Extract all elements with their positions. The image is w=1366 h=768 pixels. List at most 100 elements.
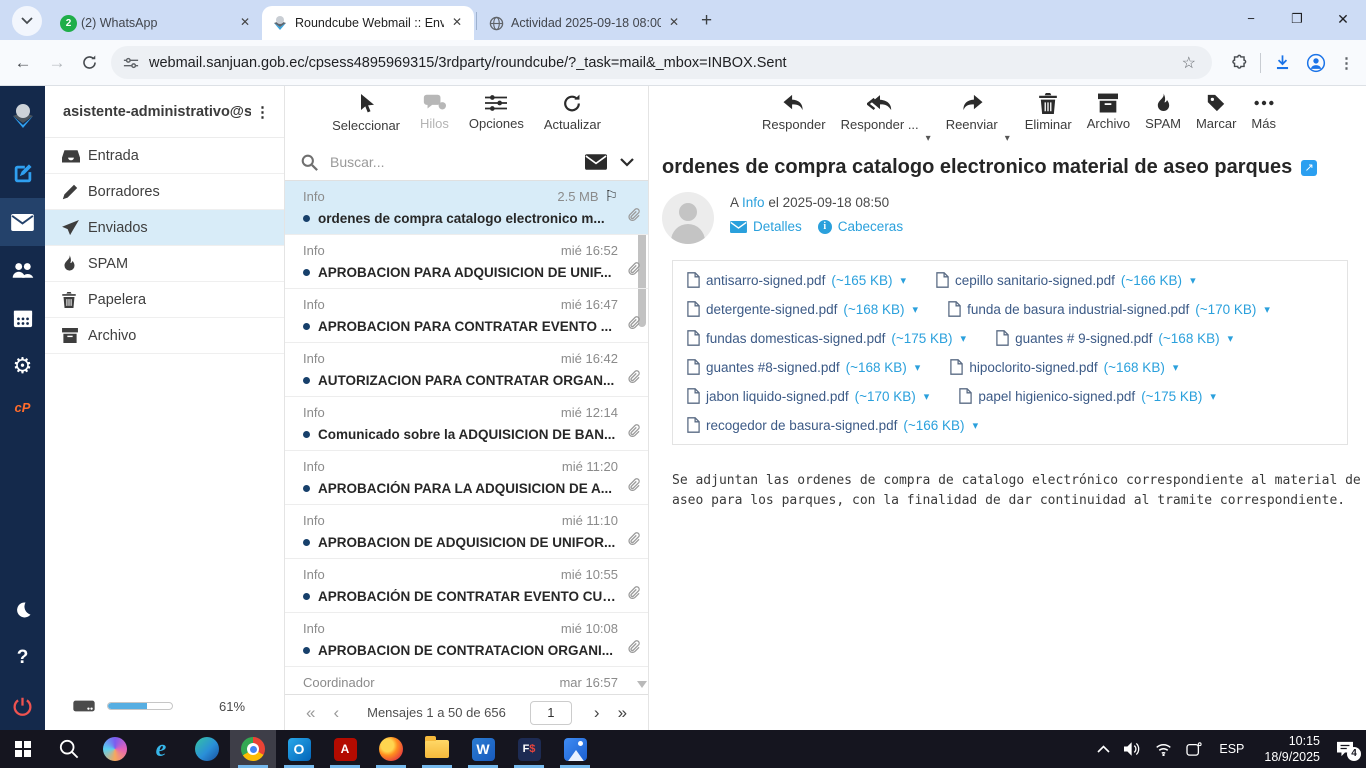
photos-button[interactable] (552, 730, 598, 768)
new-tab-button[interactable]: + (701, 10, 712, 32)
close-window-button[interactable]: ✕ (1320, 0, 1366, 38)
taskbar-search-button[interactable] (46, 730, 92, 768)
folder-entrada[interactable]: Entrada (45, 138, 284, 174)
forward-menu-icon[interactable]: ▾ (1005, 133, 1010, 144)
contacts-nav-button[interactable] (0, 246, 45, 294)
close-tab-icon[interactable]: ✕ (236, 14, 254, 32)
close-tab-icon[interactable]: ✕ (665, 14, 683, 32)
attachment-menu-icon[interactable]: ▾ (973, 419, 979, 432)
attachment-menu-icon[interactable]: ▾ (915, 361, 921, 374)
bookmark-star-icon[interactable]: ☆ (1182, 53, 1196, 73)
last-page-button[interactable]: » (614, 703, 631, 723)
attachment-menu-icon[interactable]: ▾ (1210, 390, 1216, 403)
calendar-nav-button[interactable] (0, 294, 45, 342)
from-name-link[interactable]: Info (742, 195, 765, 210)
message-row[interactable]: Info mié 16:42⚐ AUTORIZACION PARA CONTRA… (285, 343, 648, 397)
meet-now-button[interactable] (1186, 742, 1202, 756)
fs-app-button[interactable]: F$ (506, 730, 552, 768)
mail-nav-button[interactable] (0, 198, 45, 246)
attachment-chip[interactable]: jabon liquido-signed.pdf (~170 KB) ▾ (687, 388, 929, 404)
profile-icon[interactable] (1306, 53, 1326, 73)
compose-button[interactable] (0, 150, 45, 198)
first-page-button[interactable]: « (302, 703, 319, 723)
dark-mode-button[interactable] (0, 586, 45, 634)
restore-button[interactable]: ❐ (1274, 0, 1320, 38)
forward-button[interactable]: Reenviar (946, 93, 998, 132)
attachment-chip[interactable]: recogedor de basura-signed.pdf (~166 KB)… (687, 417, 978, 433)
folder-borradores[interactable]: Borradores (45, 174, 284, 210)
prev-page-button[interactable]: ‹ (329, 703, 343, 723)
folder-spam[interactable]: SPAM (45, 246, 284, 282)
message-row[interactable]: Info mié 11:20⚐ APROBACIÓN PARA LA ADQUI… (285, 451, 648, 505)
clock[interactable]: 10:15 18/9/2025 (1264, 733, 1320, 766)
options-button[interactable]: Opciones (469, 93, 524, 131)
attachment-chip[interactable]: funda de basura industrial-signed.pdf (~… (948, 301, 1270, 317)
attachment-menu-icon[interactable]: ▾ (961, 332, 967, 345)
message-row[interactable]: Info mié 16:52⚐ APROBACION PARA ADQUISIC… (285, 235, 648, 289)
attachment-chip[interactable]: guantes #8-signed.pdf (~168 KB) ▾ (687, 359, 920, 375)
message-row[interactable]: Info 2.5 MB⚐ ordenes de compra catalogo … (285, 181, 648, 235)
message-row[interactable]: Info mié 11:10⚐ APROBACION DE ADQUISICIO… (285, 505, 648, 559)
tab-actividad[interactable]: Actividad 2025-09-18 08:00:00 ✕ (479, 6, 691, 40)
chrome-button[interactable] (230, 730, 276, 768)
more-button[interactable]: Más (1251, 93, 1276, 131)
attachment-chip[interactable]: cepillo sanitario-signed.pdf (~166 KB) ▾ (936, 272, 1196, 288)
site-settings-icon[interactable] (123, 56, 139, 70)
network-button[interactable] (1155, 743, 1172, 756)
tab-search-button[interactable] (12, 6, 42, 36)
settings-nav-button[interactable]: ⚙ (0, 342, 45, 390)
attachment-menu-icon[interactable]: ▾ (1190, 274, 1196, 287)
forward-button[interactable]: → (40, 53, 74, 73)
reply-button[interactable]: Responder (762, 93, 826, 132)
copilot-button[interactable] (92, 730, 138, 768)
browser-menu-icon[interactable]: ⋮ (1339, 54, 1354, 72)
open-in-new-window-icon[interactable]: ↗ (1301, 160, 1317, 176)
attachment-chip[interactable]: hipoclorito-signed.pdf (~168 KB) ▾ (950, 359, 1178, 375)
close-tab-icon[interactable]: ✕ (448, 14, 466, 32)
attachment-chip[interactable]: guantes # 9-signed.pdf (~168 KB) ▾ (996, 330, 1233, 346)
firefox-button[interactable] (368, 730, 414, 768)
message-row[interactable]: Info mié 16:47⚐ APROBACION PARA CONTRATA… (285, 289, 648, 343)
extensions-icon[interactable] (1229, 53, 1248, 72)
attachment-chip[interactable]: papel higienico-signed.pdf (~175 KB) ▾ (959, 388, 1216, 404)
select-button[interactable]: Seleccionar (332, 93, 400, 133)
folder-archivo[interactable]: Archivo (45, 318, 284, 354)
mark-button[interactable]: Marcar (1196, 93, 1236, 131)
hidden-icons-button[interactable] (1097, 745, 1110, 753)
address-bar[interactable]: webmail.sanjuan.gob.ec/cpsess4895969315/… (111, 46, 1212, 79)
spam-button[interactable]: SPAM (1145, 93, 1181, 131)
help-button[interactable]: ? (0, 634, 45, 682)
refresh-button[interactable]: Actualizar (544, 93, 601, 132)
attachment-menu-icon[interactable]: ▾ (924, 390, 930, 403)
acrobat-button[interactable]: A (322, 730, 368, 768)
envelope-icon[interactable] (585, 154, 607, 170)
back-button[interactable]: ← (6, 53, 40, 73)
page-number-input[interactable] (530, 701, 572, 725)
message-row[interactable]: Info mié 12:14⚐ Comunicado sobre la ADQU… (285, 397, 648, 451)
message-row[interactable]: Coordinador mar 16:57⚐ (285, 667, 648, 694)
logout-button[interactable] (0, 682, 45, 730)
details-link[interactable]: Detalles (730, 219, 802, 234)
tab-roundcube[interactable]: Roundcube Webmail :: Enviados ✕ (262, 6, 474, 40)
attachment-chip[interactable]: fundas domesticas-signed.pdf (~175 KB) ▾ (687, 330, 966, 346)
attachment-menu-icon[interactable]: ▾ (1173, 361, 1179, 374)
tab-whatsapp[interactable]: 2 (2) WhatsApp ✕ (50, 6, 262, 40)
attachment-menu-icon[interactable]: ▾ (1228, 332, 1234, 345)
message-row[interactable]: Info mié 10:55⚐ APROBACIÓN DE CONTRATAR … (285, 559, 648, 613)
account-menu-icon[interactable]: ⋮ (251, 103, 274, 121)
language-indicator[interactable]: ESP (1219, 742, 1244, 756)
archive-button[interactable]: Archivo (1087, 93, 1130, 131)
search-input[interactable] (328, 153, 585, 171)
edge-button[interactable] (184, 730, 230, 768)
cpanel-button[interactable]: cP (0, 390, 45, 424)
start-button[interactable] (0, 730, 46, 768)
delete-button[interactable]: Eliminar (1025, 93, 1072, 132)
folder-papelera[interactable]: Papelera (45, 282, 284, 318)
attachment-chip[interactable]: antisarro-signed.pdf (~165 KB) ▾ (687, 272, 906, 288)
file-explorer-button[interactable] (414, 730, 460, 768)
reload-button[interactable] (81, 54, 98, 71)
internet-explorer-button[interactable]: e (138, 730, 184, 768)
outlook-button[interactable]: O (276, 730, 322, 768)
attachment-chip[interactable]: detergente-signed.pdf (~168 KB) ▾ (687, 301, 918, 317)
minimize-button[interactable]: − (1228, 0, 1274, 38)
